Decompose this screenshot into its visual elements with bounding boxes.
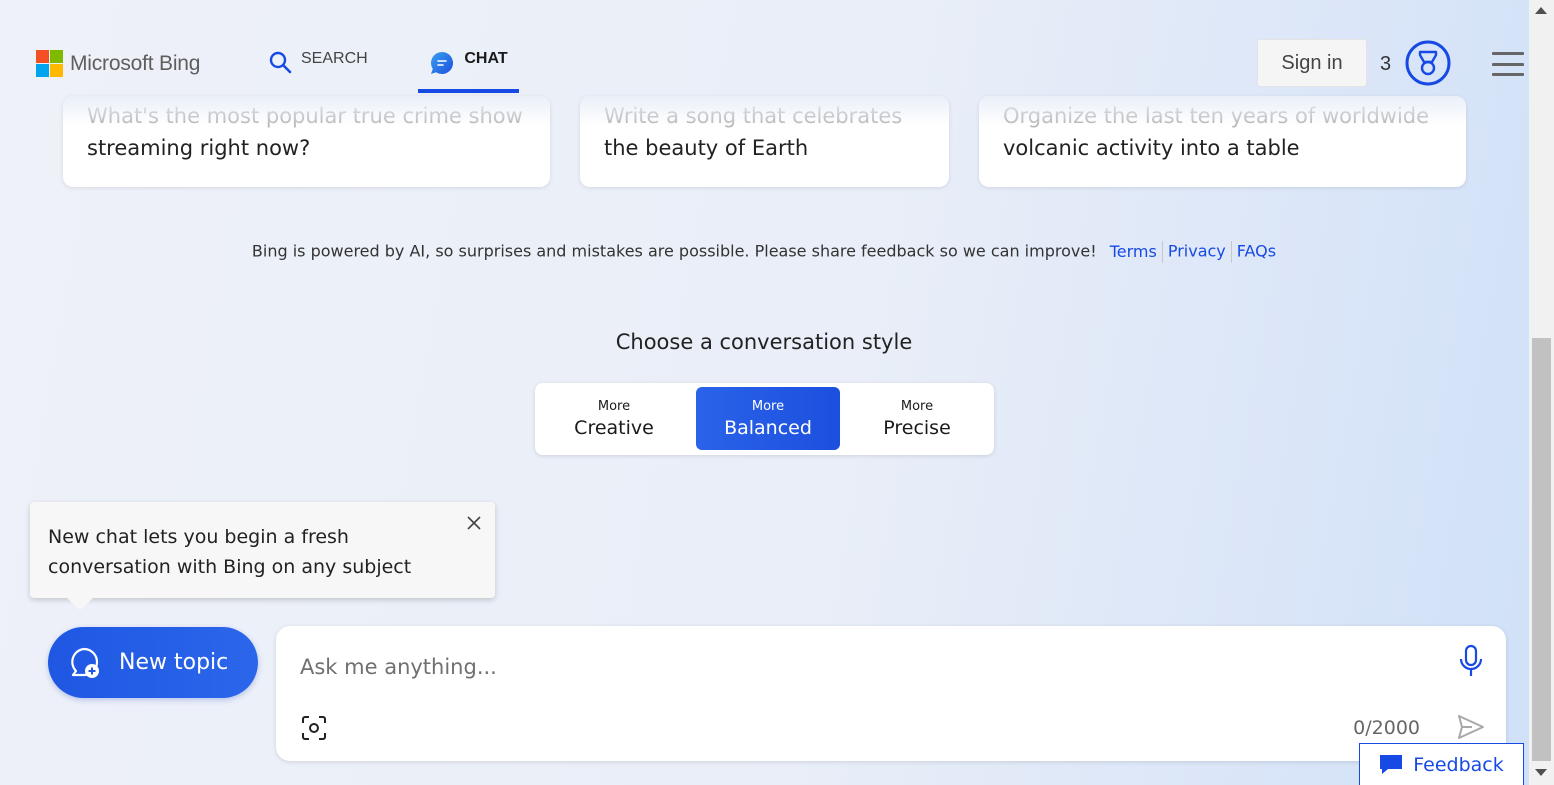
sign-in-button[interactable]: Sign in: [1257, 39, 1367, 87]
style-option-label: Precise: [883, 417, 951, 439]
suggestion-card[interactable]: Organize the last ten years of worldwide…: [979, 96, 1466, 187]
visual-search-icon[interactable]: [300, 714, 328, 742]
char-count: 0/2000: [1353, 717, 1420, 739]
new-topic-button[interactable]: New topic: [48, 627, 258, 698]
style-precise-button[interactable]: More Precise: [846, 387, 988, 450]
suggestion-line1: What's the most popular true crime show: [87, 104, 523, 128]
logo-text: Microsoft Bing: [70, 51, 201, 75]
chat-input-box: 0/2000: [276, 626, 1506, 761]
suggestion-line2: the beauty of Earth: [604, 136, 809, 160]
terms-link[interactable]: Terms: [1110, 242, 1157, 261]
privacy-link[interactable]: Privacy: [1168, 242, 1226, 261]
style-option-prefix: More: [597, 399, 631, 414]
divider: [1161, 241, 1163, 263]
nav-search[interactable]: SEARCH: [268, 40, 368, 102]
style-option-prefix: More: [751, 399, 785, 414]
style-creative-button[interactable]: More Creative: [543, 387, 685, 450]
suggestion-card[interactable]: Write a song that celebrates the beauty …: [580, 96, 949, 187]
reward-count: 3: [1380, 53, 1392, 75]
chat-icon: [431, 51, 454, 74]
suggestion-card[interactable]: What's the most popular true crime show …: [63, 96, 550, 187]
scroll-up-arrow-icon[interactable]: [1535, 7, 1547, 14]
close-icon[interactable]: [465, 514, 483, 532]
style-option-label: Creative: [574, 417, 654, 439]
reward-icon[interactable]: [1405, 40, 1451, 86]
feedback-icon: [1380, 754, 1403, 774]
style-option-prefix: More: [900, 399, 934, 414]
tooltip-text: New chat lets you begin a fresh conversa…: [48, 526, 412, 578]
faqs-link[interactable]: FAQs: [1237, 242, 1276, 261]
disclaimer-text: Bing is powered by AI, so surprises and …: [251, 241, 1097, 261]
conversation-style-title: Choose a conversation style: [615, 330, 913, 354]
microphone-icon[interactable]: [1458, 644, 1484, 678]
microsoft-logo-icon: [36, 50, 63, 77]
divider: [1230, 241, 1232, 263]
nav-chat[interactable]: CHAT: [418, 40, 519, 93]
style-option-label: Balanced: [724, 417, 812, 439]
feedback-button[interactable]: Feedback: [1359, 743, 1524, 785]
menu-icon[interactable]: [1492, 52, 1524, 76]
chat-input[interactable]: [298, 648, 1402, 686]
suggestion-line2: streaming right now?: [87, 136, 311, 160]
nav-chat-label: CHAT: [464, 50, 508, 67]
send-icon[interactable]: [1456, 712, 1486, 742]
disclaimer: Bing is powered by AI, so surprises and …: [0, 241, 1528, 263]
nav-search-label: SEARCH: [301, 50, 368, 67]
feedback-label: Feedback: [1413, 753, 1504, 776]
new-topic-label: New topic: [119, 650, 229, 675]
new-chat-tooltip: New chat lets you begin a fresh conversa…: [30, 502, 495, 598]
suggestion-line2: volcanic activity into a table: [1003, 136, 1300, 160]
conversation-style-selector: More Creative More Balanced More Precise: [535, 383, 994, 455]
style-balanced-button[interactable]: More Balanced: [696, 387, 840, 450]
scroll-down-arrow-icon[interactable]: [1535, 769, 1547, 776]
scrollbar-thumb[interactable]: [1532, 338, 1551, 761]
search-icon: [269, 51, 292, 74]
suggestion-line1: Write a song that celebrates: [604, 104, 903, 128]
bing-logo[interactable]: Microsoft Bing: [36, 50, 200, 77]
tooltip-arrow: [66, 597, 94, 610]
suggestion-line1: Organize the last ten years of worldwide: [1003, 104, 1430, 128]
new-topic-icon: [71, 647, 99, 678]
